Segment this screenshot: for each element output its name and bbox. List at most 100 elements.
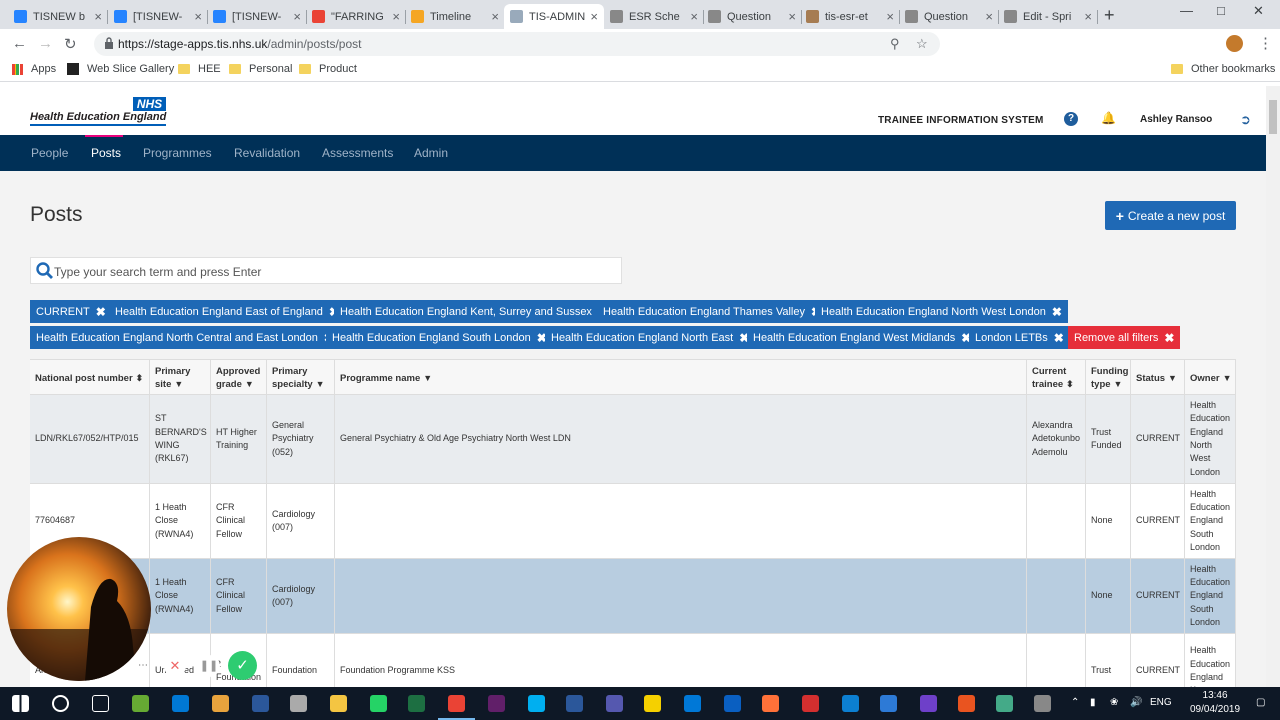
filter-chip[interactable]: CURRENT ✖	[30, 300, 112, 323]
filter-icon[interactable]: ▼	[316, 379, 325, 389]
browser-tab[interactable]: Question ×	[702, 4, 802, 29]
taskbar-app-icon[interactable]	[644, 695, 661, 712]
column-header[interactable]: Owner ▼	[1185, 360, 1236, 396]
filter-icon[interactable]: ▼	[423, 373, 432, 383]
logout-icon[interactable]: ➲	[1240, 112, 1251, 128]
nav-revalidation[interactable]: Revalidation	[234, 146, 300, 160]
tab-close-icon[interactable]: ×	[392, 9, 400, 24]
more-icon[interactable]: ⋯	[138, 660, 148, 671]
filter-chip[interactable]: Health Education England West Midlands ✖	[747, 326, 978, 349]
search-input[interactable]: Type your search term and press Enter	[30, 257, 622, 284]
taskbar-app-icon[interactable]	[370, 695, 387, 712]
nav-programmes[interactable]: Programmes	[143, 146, 212, 160]
browser-tab[interactable]: tis-esr-et ×	[800, 4, 900, 29]
volume-icon[interactable]: 🔊	[1130, 697, 1142, 708]
filter-icon[interactable]: ▼	[1223, 373, 1232, 383]
taskbar-app-icon[interactable]	[566, 695, 583, 712]
task-view-icon[interactable]	[92, 695, 109, 712]
column-header[interactable]: Programme name ▼	[335, 360, 1027, 396]
nav-people[interactable]: People	[31, 146, 68, 160]
profile-avatar[interactable]	[1226, 35, 1243, 52]
filter-chip[interactable]: Health Education England North East ✖	[545, 326, 756, 349]
filter-icon[interactable]: ▼	[174, 379, 183, 389]
sort-icon[interactable]: ⬍	[136, 373, 144, 383]
taskbar-app-icon[interactable]	[920, 695, 937, 712]
column-header[interactable]: Approved grade ▼	[211, 360, 267, 396]
minimize-icon[interactable]: —	[1180, 3, 1193, 18]
pause-recording-icon[interactable]: ❚❚	[198, 655, 220, 677]
tab-close-icon[interactable]: ×	[293, 9, 301, 24]
star-icon[interactable]: ☆	[916, 36, 928, 52]
taskbar-app-icon[interactable]	[212, 695, 229, 712]
help-icon[interactable]: ?	[1064, 112, 1078, 126]
browser-menu-icon[interactable]: ⋮	[1258, 34, 1273, 52]
url-input[interactable]: https://stage-apps.tis.nhs.uk/admin/post…	[94, 32, 940, 56]
browser-tab[interactable]: Edit - Spri ×	[998, 4, 1098, 29]
new-tab-button[interactable]: +	[1104, 5, 1115, 26]
filter-icon[interactable]: ▼	[245, 379, 254, 389]
browser-tab[interactable]: "FARRING ×	[306, 4, 406, 29]
battery-icon[interactable]: ▮	[1090, 697, 1096, 708]
zoom-icon[interactable]: ⚲	[890, 36, 900, 52]
browser-tab[interactable]: ESR Sche ×	[604, 4, 704, 29]
browser-tab[interactable]: [TISNEW- ×	[207, 4, 307, 29]
column-header[interactable]: National post number ⬍	[30, 360, 150, 396]
taskbar-app-icon[interactable]	[958, 695, 975, 712]
cancel-recording-icon[interactable]: ✕	[164, 655, 186, 677]
bookmark-web-slice-gallery[interactable]: Web Slice Gallery	[67, 63, 174, 75]
close-window-icon[interactable]: ✕	[1253, 3, 1264, 19]
filter-icon[interactable]: ▼	[1168, 373, 1177, 383]
taskbar-app-icon[interactable]	[528, 695, 545, 712]
browser-tab[interactable]: Timeline ×	[405, 4, 505, 29]
taskbar-app-icon[interactable]	[488, 695, 505, 712]
clock[interactable]: 13:46 09/04/2019	[1190, 689, 1240, 717]
taskbar-app-icon[interactable]	[172, 695, 189, 712]
taskbar-app-icon[interactable]	[290, 695, 307, 712]
finish-recording-icon[interactable]: ✓	[228, 651, 257, 680]
maximize-icon[interactable]: □	[1217, 3, 1225, 18]
windows-start-icon[interactable]	[12, 695, 29, 712]
nav-posts[interactable]: Posts	[91, 146, 121, 160]
column-header[interactable]: Funding type ▼	[1086, 360, 1131, 396]
filter-chip[interactable]: London LETBs ✖	[969, 326, 1070, 349]
nav-assessments[interactable]: Assessments	[322, 146, 393, 160]
user-name[interactable]: Ashley Ransoo	[1140, 114, 1212, 125]
taskbar-app-icon[interactable]	[330, 695, 347, 712]
taskbar-app-icon[interactable]	[252, 695, 269, 712]
create-post-button[interactable]: + Create a new post	[1105, 201, 1236, 230]
taskbar-app-icon[interactable]	[684, 695, 701, 712]
browser-tab[interactable]: TIS-ADMIN ×	[504, 4, 604, 29]
back-icon[interactable]: ←	[12, 35, 27, 52]
remove-filter-icon[interactable]: ✖	[1054, 331, 1064, 345]
column-header[interactable]: Primary site ▼	[150, 360, 211, 396]
bell-icon[interactable]: 🔔	[1101, 111, 1116, 125]
reload-icon[interactable]: ↻	[64, 35, 77, 53]
taskbar-app-icon[interactable]	[802, 695, 819, 712]
filter-icon[interactable]: ▼	[1114, 379, 1123, 389]
remove-all-filters-button[interactable]: Remove all filters ✖	[1068, 326, 1181, 349]
column-header[interactable]: Status ▼	[1131, 360, 1185, 396]
filter-chip[interactable]: Health Education England South London ✖	[326, 326, 553, 349]
table-row[interactable]: 1 Heath Close (RWNA4) CFR Clinical Fellow…	[30, 559, 1236, 634]
wifi-icon[interactable]: ❀	[1110, 697, 1118, 708]
taskbar-app-icon[interactable]	[606, 695, 623, 712]
tab-close-icon[interactable]: ×	[788, 9, 796, 24]
filter-chip[interactable]: Health Education England North Central a…	[30, 326, 340, 349]
column-header[interactable]: Primary specialty ▼	[267, 360, 335, 396]
table-row[interactable]: 77604687 1 Heath Close (RWNA4) CFR Clinica…	[30, 484, 1236, 559]
tab-close-icon[interactable]: ×	[690, 9, 698, 24]
language-indicator[interactable]: ENG	[1150, 697, 1172, 708]
taskbar-app-icon[interactable]	[408, 695, 425, 712]
scrollbar-thumb[interactable]	[1269, 100, 1277, 134]
bookmark-hee[interactable]: HEE	[178, 63, 221, 75]
tab-close-icon[interactable]: ×	[194, 9, 202, 24]
filter-chip[interactable]: Health Education England Kent, Surrey an…	[334, 300, 614, 323]
filter-chip[interactable]: Health Education England Thames Valley✖	[597, 300, 828, 323]
forward-icon[interactable]: →	[38, 35, 53, 52]
remove-filter-icon[interactable]: ✖	[96, 305, 106, 319]
taskbar-app-icon[interactable]	[880, 695, 897, 712]
filter-chip[interactable]: Health Education England North West Lond…	[815, 300, 1068, 323]
column-header[interactable]: Current trainee ⬍	[1027, 360, 1086, 396]
browser-tab[interactable]: [TISNEW- ×	[108, 4, 208, 29]
tab-close-icon[interactable]: ×	[985, 9, 993, 24]
